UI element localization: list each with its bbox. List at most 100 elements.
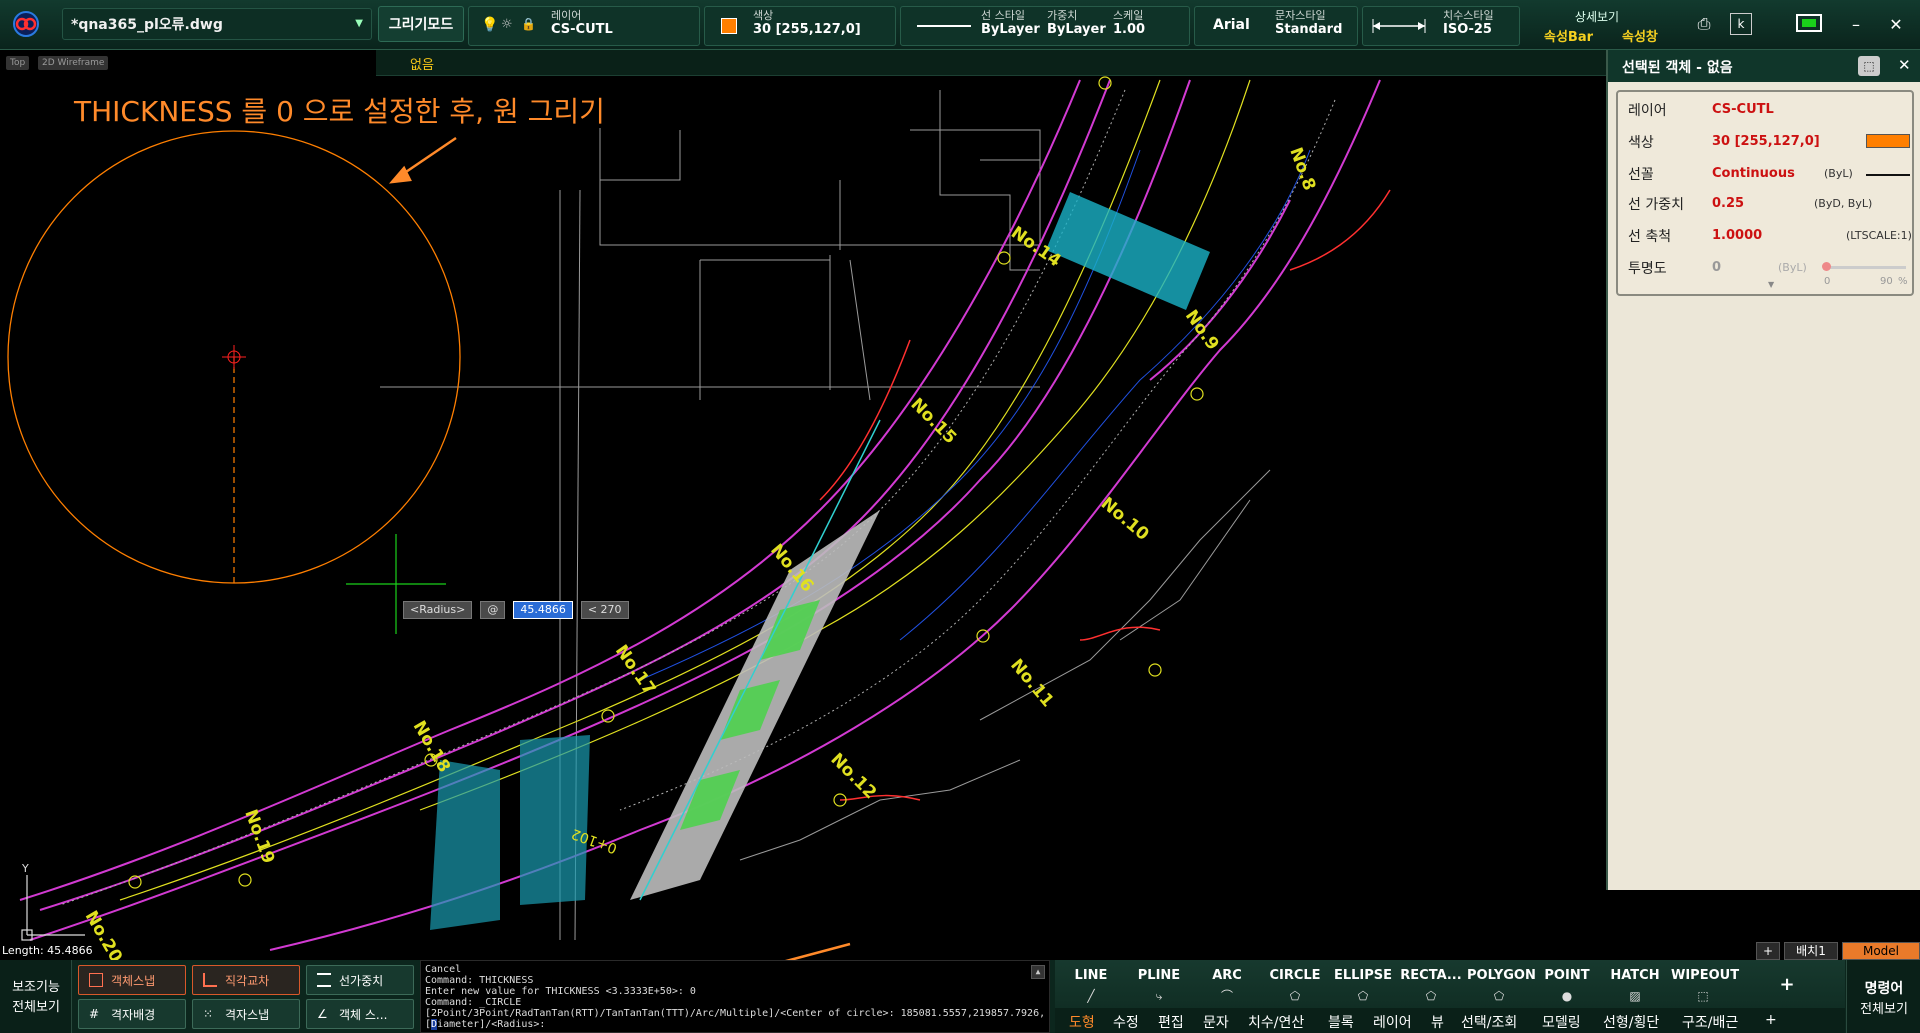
draw-mode-button[interactable]: 그리기모드 — [378, 6, 464, 42]
tool-ellipse[interactable]: ELLIPSE ⬠ — [1331, 968, 1395, 1006]
gridsnap-icon: ⁙ — [203, 1007, 214, 1021]
aux-sub: 전체보기 — [12, 1000, 60, 1015]
radius-angle: < 270 — [580, 601, 629, 619]
drawn-circle[interactable] — [7, 130, 461, 584]
tool-rectangle[interactable]: RECTA... ⬠ — [1399, 968, 1463, 1006]
tool-pline[interactable]: PLINE ⤷ — [1127, 968, 1191, 1006]
lineweight-icon — [317, 973, 331, 987]
tab-text[interactable]: 문자 — [1203, 1012, 1229, 1032]
prop-key: 선 가중치 — [1628, 197, 1684, 213]
bulb-icon[interactable]: 💡 — [481, 17, 498, 33]
radius-at: @ — [480, 601, 506, 619]
screen-icon[interactable] — [1790, 8, 1830, 40]
tab-modify[interactable]: 수정 — [1113, 1012, 1139, 1032]
tool-add[interactable]: + — [1755, 974, 1819, 1012]
polygon-icon: ⬠ — [1493, 989, 1505, 1003]
tool-line[interactable]: LINE ╱ — [1059, 968, 1123, 1006]
prop-row-linetype[interactable]: 선꼴 Continuous (ByL) — [1628, 162, 1910, 186]
ortho-toggle[interactable]: 직각교차 — [192, 965, 300, 995]
propwin-toggle[interactable]: 속성창 — [1622, 26, 1658, 45]
prop-key: 투명도 — [1628, 261, 1667, 277]
view-tag-wireframe[interactable]: 2D Wireframe — [38, 56, 109, 70]
tool-point[interactable]: POINT ● — [1535, 968, 1599, 1006]
tab-model[interactable]: Model — [1842, 942, 1920, 960]
otrack-toggle[interactable]: ∠ 객체 스... — [306, 999, 414, 1029]
add-layout-button[interactable]: + — [1756, 942, 1780, 960]
tab-view[interactable]: 뷰 — [1431, 1012, 1444, 1032]
lineweight-toggle[interactable]: 선가중치 — [306, 965, 414, 995]
properties-body: 레이어 CS-CUTL 색상 30 [255,127,0] 선꼴 Continu… — [1616, 90, 1914, 296]
lock-icon[interactable]: 🔒 — [521, 17, 536, 31]
dimstyle-group[interactable]: 치수스타일 ISO-25 — [1362, 6, 1520, 46]
prop-row-ltscale[interactable]: 선 축척 1.0000 (LTSCALE:1) — [1628, 224, 1912, 248]
radius-tooltip: <Radius> @ 45.4866 < 270 — [403, 601, 629, 619]
transparency-slider-thumb[interactable] — [1822, 262, 1831, 271]
arc-icon: ⌒ — [1220, 989, 1233, 1003]
linestyle-value: ByLayer — [981, 22, 1040, 37]
select-icon[interactable]: ⬚ — [1858, 56, 1880, 76]
tool-hatch[interactable]: HATCH ▨ — [1603, 968, 1667, 1006]
expand-chevron-icon[interactable]: ▼ — [1768, 280, 1774, 289]
app-logo-icon — [13, 11, 39, 37]
tool-circle-label: CIRCLE — [1269, 968, 1321, 983]
aux-panel[interactable]: 보조기능 전체보기 — [0, 960, 72, 1033]
minimize-icon[interactable]: – — [1840, 8, 1872, 40]
line-icon: ╱ — [1087, 989, 1095, 1003]
tool-wipeout[interactable]: WIPEOUT ⬚ — [1671, 968, 1739, 1006]
properties-title: 선택된 객체 - 없음 — [1622, 60, 1733, 76]
command-panel[interactable]: 명령어 전체보기 — [1846, 960, 1920, 1033]
tool-point-label: POINT — [1544, 968, 1590, 983]
file-tab[interactable]: *qna365_pl오류.dwg ▼ — [62, 8, 372, 40]
crosshair-cursor — [346, 534, 446, 634]
k-icon[interactable]: k — [1730, 13, 1752, 35]
panel-close-icon[interactable]: ✕ — [1898, 56, 1911, 74]
tab-layer[interactable]: 레이어 — [1373, 1012, 1412, 1032]
linestyle-group[interactable]: 선 스타일 ByLayer 가중치 ByLayer 스케일 1.00 — [900, 6, 1190, 46]
propbar-toggle[interactable]: 속성Bar — [1544, 26, 1593, 45]
layer-value: CS-CUTL — [551, 22, 613, 37]
tab-dimension[interactable]: 치수/연산 — [1248, 1012, 1304, 1032]
textstyle-label: 문자스타일 — [1275, 9, 1326, 22]
view-tag-top[interactable]: Top — [6, 56, 30, 70]
transparency-slider[interactable] — [1824, 266, 1906, 269]
textstyle-group[interactable]: Arial 문자스타일 Standard — [1194, 6, 1358, 46]
prop-color-swatch — [1866, 134, 1910, 148]
tab-layout1[interactable]: 배치1 — [1784, 942, 1838, 960]
layer-group[interactable]: 💡 ☼ 🔒 레이어 CS-CUTL — [468, 6, 700, 46]
tab-shape[interactable]: 도형 — [1069, 1012, 1095, 1032]
cmd-scroll-up-icon[interactable]: ▲ — [1031, 965, 1045, 979]
sun-icon[interactable]: ☼ — [501, 17, 513, 32]
print-icon[interactable]: ⎙ — [1688, 8, 1720, 40]
color-value: 30 [255,127,0] — [753, 22, 861, 37]
tab-select[interactable]: 선택/조회 — [1461, 1012, 1517, 1032]
command-line[interactable]: Cancel Command: THICKNESS Enter new valu… — [420, 960, 1050, 1033]
font-value: Arial — [1213, 17, 1250, 33]
color-group[interactable]: 색상 30 [255,127,0] — [704, 6, 896, 46]
close-icon[interactable]: ✕ — [1880, 8, 1912, 40]
cmd-input[interactable]: [Diameter]/<Radius>: — [425, 1019, 545, 1030]
tool-polygon[interactable]: POLYGON ⬠ — [1467, 968, 1536, 1006]
tab-alignment[interactable]: 선형/횡단 — [1603, 1012, 1659, 1032]
prop-row-color[interactable]: 색상 30 [255,127,0] — [1628, 130, 1910, 154]
tab-add[interactable]: + — [1765, 1012, 1777, 1028]
prop-value: Continuous — [1712, 166, 1795, 181]
osnap-toggle[interactable]: 객체스냅 — [78, 965, 186, 995]
grid-toggle[interactable]: # 격자배경 — [78, 999, 186, 1029]
prop-value: 1.0000 — [1712, 228, 1763, 243]
ribbon-tabs: 도형 수정 편집 문자 치수/연산 블록 레이어 뷰 선택/조회 모델링 선형/… — [1055, 1008, 1845, 1033]
prop-extra: (ByD, ByL) — [1814, 197, 1873, 210]
tab-edit[interactable]: 편집 — [1158, 1012, 1184, 1032]
file-name: *qna365_pl오류.dwg — [71, 17, 223, 33]
tool-arc[interactable]: ARC ⌒ — [1195, 968, 1259, 1006]
prop-row-weight[interactable]: 선 가중치 0.25 (ByD, ByL) — [1628, 192, 1908, 216]
prop-row-layer[interactable]: 레이어 CS-CUTL — [1628, 98, 1908, 122]
cmd-input-text: iameter]/<Radius>: — [437, 1019, 546, 1030]
tab-block[interactable]: 블록 — [1328, 1012, 1354, 1032]
prop-row-transparency[interactable]: 투명도 0 (ByL) 0 90 % ▼ — [1628, 256, 1908, 292]
tab-structure[interactable]: 구조/배근 — [1682, 1012, 1738, 1032]
radius-value-input[interactable]: 45.4866 — [513, 601, 573, 619]
file-dropdown-icon[interactable]: ▼ — [355, 18, 363, 29]
tool-circle[interactable]: CIRCLE ⬠ — [1263, 968, 1327, 1006]
gridsnap-toggle[interactable]: ⁙ 격자스냅 — [192, 999, 300, 1029]
tab-modeling[interactable]: 모델링 — [1542, 1012, 1581, 1032]
